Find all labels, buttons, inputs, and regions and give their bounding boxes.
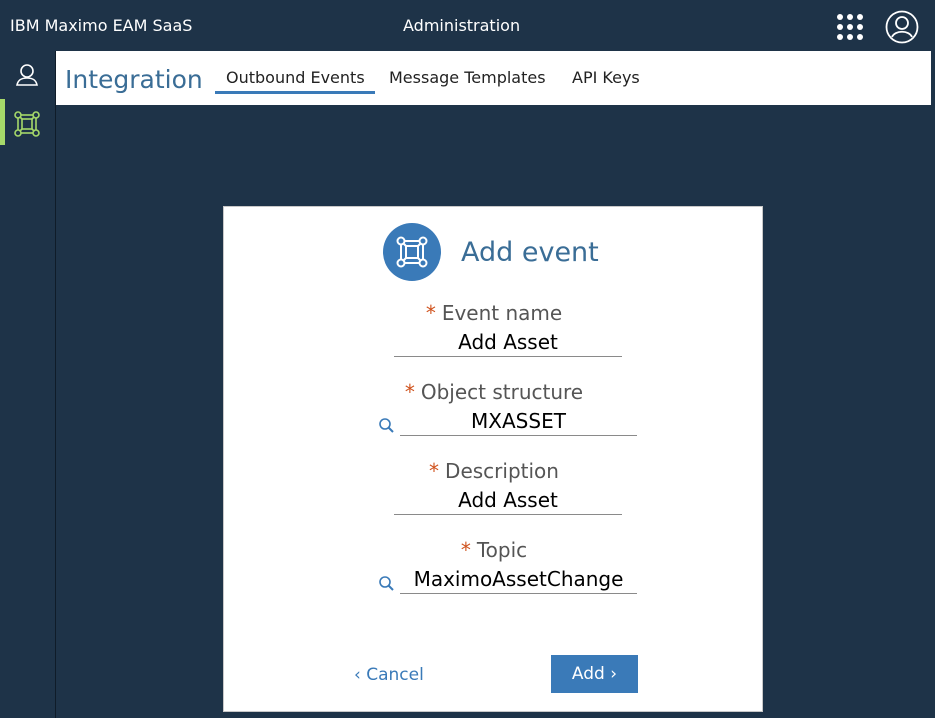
event-name-field[interactable] [394, 327, 622, 357]
required-marker: * [460, 538, 471, 562]
add-event-dialog: Add event *Event name *Object structure … [223, 206, 763, 712]
object-structure-field[interactable] [400, 406, 637, 436]
person-icon [16, 64, 38, 86]
description-field[interactable] [394, 485, 622, 515]
object-structure-label: * Object structure [224, 380, 764, 404]
brand-name: IBM Maximo EAM SaaS [10, 16, 193, 35]
add-button[interactable]: Add › [551, 655, 638, 693]
description-label-text: Description [445, 459, 559, 483]
event-name-label: * Event name [224, 301, 764, 325]
top-header: IBM Maximo EAM SaaS Administration [0, 0, 935, 51]
tab-outbound-events[interactable]: Outbound Events [226, 68, 365, 87]
add-button-label: Add [571, 664, 605, 684]
active-indicator [0, 99, 5, 145]
rail-item-profile[interactable] [0, 51, 56, 97]
rail-item-integration[interactable] [0, 99, 56, 145]
required-marker: * [404, 380, 415, 404]
topic-label-text: Topic [476, 538, 528, 562]
network-icon [14, 111, 40, 137]
apps-grid-icon[interactable] [836, 13, 864, 41]
active-tab-underline [215, 91, 375, 94]
tab-message-templates[interactable]: Message Templates [389, 68, 546, 87]
left-nav-rail [0, 51, 56, 718]
chevron-right-icon: › [610, 664, 618, 684]
dialog-icon [383, 223, 441, 281]
app-subheader: Integration Outbound Events Message Temp… [56, 51, 931, 105]
required-marker: * [429, 459, 440, 483]
description-label: * Description [224, 459, 764, 483]
header-section-title: Administration [403, 16, 521, 35]
tab-api-keys[interactable]: API Keys [572, 68, 640, 87]
topic-lookup-icon[interactable] [378, 575, 396, 593]
object-structure-lookup-icon[interactable] [378, 417, 396, 435]
cancel-button[interactable]: ‹ Cancel [354, 665, 424, 685]
chevron-left-icon: ‹ [354, 665, 361, 685]
object-structure-label-text: Object structure [420, 380, 584, 404]
cancel-button-label: Cancel [366, 665, 424, 685]
network-icon [396, 236, 428, 268]
topic-label: * Topic [224, 538, 764, 562]
dialog-title: Add event [461, 237, 599, 268]
topic-field[interactable] [400, 564, 637, 594]
event-name-label-text: Event name [441, 301, 563, 325]
user-avatar-icon[interactable] [885, 10, 919, 44]
page-title: Integration [65, 65, 203, 94]
required-marker: * [425, 301, 436, 325]
